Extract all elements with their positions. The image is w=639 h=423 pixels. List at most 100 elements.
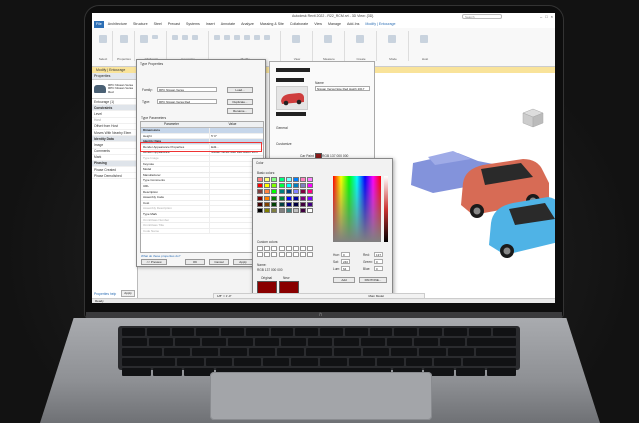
basic-color-swatch[interactable] [271,195,278,201]
hue-input[interactable]: 0 [341,252,350,257]
tab-modify-entourage[interactable]: Modify | Entourage [363,21,397,28]
basic-color-swatch[interactable] [292,189,299,195]
basic-color-swatch[interactable] [278,177,285,182]
basic-color-swatch[interactable] [285,201,292,207]
apply-button[interactable]: Apply [121,290,135,297]
cope-icon[interactable] [172,35,178,40]
basic-color-swatch[interactable] [271,183,278,189]
blue-input[interactable]: 0 [374,266,383,271]
offset-icon[interactable] [224,35,230,40]
basic-color-swatch[interactable] [278,195,285,201]
duplicate-button[interactable]: Duplicate... [227,99,253,105]
tab-precast[interactable]: Precast [166,21,182,28]
basic-color-swatch[interactable] [264,201,271,207]
copy-icon[interactable] [254,35,260,40]
tab-collaborate[interactable]: Collaborate [288,21,310,28]
basic-color-swatch[interactable] [300,201,307,207]
green-input[interactable]: 0 [374,259,383,264]
type-selector[interactable]: RPC Nissan Versa RPC Nissan Versa Red [94,82,135,96]
mirror-icon[interactable] [234,35,240,40]
tab-annotate[interactable]: Annotate [219,21,237,28]
close-icon[interactable]: × [551,14,553,19]
basic-color-swatch[interactable] [264,207,271,213]
basic-color-swatch[interactable] [285,189,292,195]
properties-help-link[interactable]: Properties help [94,292,116,296]
custom-color-slot[interactable] [278,246,285,251]
maximize-icon[interactable]: □ [545,14,547,19]
basic-color-swatch[interactable] [285,177,292,182]
basic-color-swatch[interactable] [307,207,314,213]
name-input[interactable]: Nissan Versa Note Red Hatch 2017 [315,86,370,91]
basic-color-swatch[interactable] [257,183,263,189]
custom-color-slot[interactable] [285,246,292,251]
basic-color-swatch[interactable] [300,177,307,182]
tab-file[interactable]: File [94,21,104,28]
pick-new-host-icon[interactable] [420,35,428,43]
basic-color-swatch[interactable] [292,183,299,189]
rotate-icon[interactable] [264,35,270,40]
basic-color-swatch[interactable] [271,189,278,195]
type-select[interactable]: RPC Nissan Versa Red [157,99,217,104]
basic-color-swatch[interactable] [292,207,299,213]
custom-color-slot[interactable] [264,252,271,258]
basic-color-swatch[interactable] [307,195,314,201]
basic-color-swatch[interactable] [307,189,314,195]
tab-structure[interactable]: Structure [131,21,150,28]
tab-insert[interactable]: Insert [204,21,217,28]
custom-color-slot[interactable] [307,246,314,251]
edit-family-icon[interactable] [388,35,396,43]
custom-color-slot[interactable] [271,252,278,258]
basic-color-swatch[interactable] [257,207,263,213]
parameter-value[interactable]: Nissan Versa Note Red Hatch 2017 [209,150,263,155]
basic-color-swatch[interactable] [264,195,271,201]
custom-color-slot[interactable] [300,246,307,251]
basic-color-swatch[interactable] [285,207,292,213]
help-link[interactable]: What do these properties do? [141,254,180,258]
basic-color-swatch[interactable] [278,189,285,195]
basic-color-swatch[interactable] [257,195,263,201]
basic-color-swatch[interactable] [285,195,292,201]
tab-architecture[interactable]: Architecture [106,21,129,28]
basic-color-swatch[interactable] [300,183,307,189]
basic-color-swatch[interactable] [271,177,278,182]
custom-color-slot[interactable] [257,252,263,258]
basic-color-swatch[interactable] [307,201,314,207]
parameter-row[interactable]: Code Name [141,228,263,235]
custom-color-slot[interactable] [257,246,263,251]
basic-color-swatch[interactable] [292,195,299,201]
basic-color-swatch[interactable] [278,201,285,207]
minimize-icon[interactable]: – [540,14,542,19]
instance-filter[interactable]: Entourage (1) [92,98,137,106]
rename-button[interactable]: Rename... [227,108,253,114]
color-spectrum[interactable] [333,176,381,242]
tab-steel[interactable]: Steel [152,21,164,28]
tab-systems[interactable]: Systems [184,21,202,28]
basic-color-swatch[interactable] [264,189,271,195]
tab-addins[interactable]: Add-Ins [345,21,361,28]
sat-input[interactable]: 240 [341,259,350,264]
properties-tool-icon[interactable] [120,35,128,43]
cut-icon[interactable] [152,35,158,39]
lum-input[interactable]: 64 [341,266,350,271]
basic-color-swatch[interactable] [264,177,271,182]
ok-button[interactable]: OK [185,259,205,265]
customize-label[interactable]: Customize [276,142,292,146]
basic-color-swatch[interactable] [300,195,307,201]
basic-color-swatch[interactable] [285,183,292,189]
parameter-value[interactable] [209,139,263,144]
search-input[interactable]: Search [462,14,502,19]
basic-color-swatch[interactable] [307,177,314,182]
preview-button[interactable]: << Preview [141,259,167,265]
measure-icon[interactable] [324,35,332,43]
move-icon[interactable] [244,35,250,40]
tab-view[interactable]: View [312,21,324,28]
custom-color-slot[interactable] [292,252,299,258]
custom-color-slot[interactable] [300,252,307,258]
custom-color-slot[interactable] [285,252,292,258]
join-icon[interactable] [192,35,198,40]
family-select[interactable]: RPC Nissan Versa [157,87,217,92]
basic-color-swatch[interactable] [292,177,299,182]
basic-color-swatch[interactable] [271,207,278,213]
parameter-value[interactable] [209,128,263,133]
pantone-button[interactable]: PANTONE... [359,277,387,283]
